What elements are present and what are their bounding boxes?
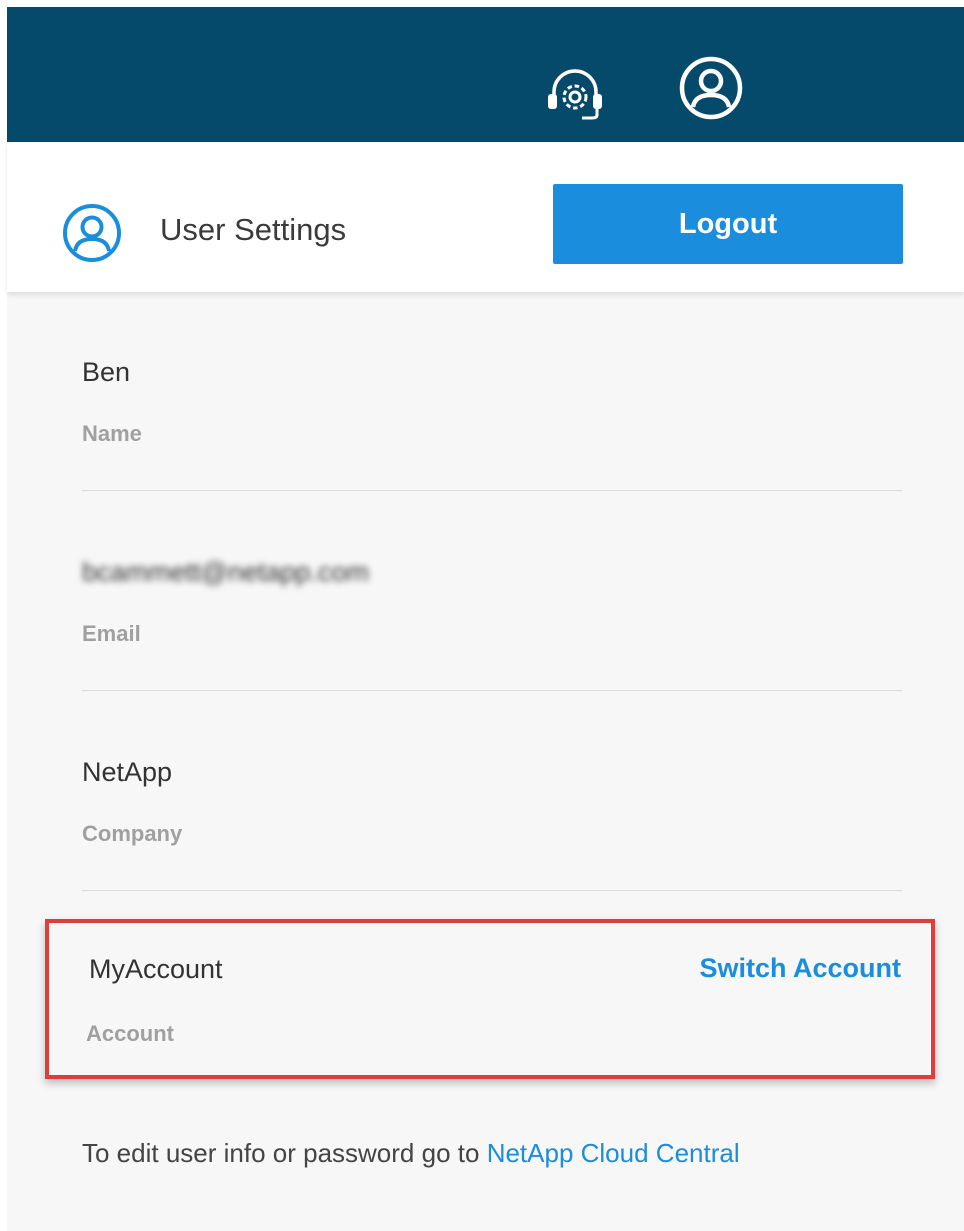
panel-header: User Settings Logout — [7, 142, 964, 292]
user-settings-panel: User Settings Logout Ben Name bcammett@n… — [7, 142, 964, 1231]
account-value: MyAccount — [89, 954, 223, 984]
top-navigation-bar — [7, 7, 964, 142]
name-label: Name — [82, 421, 142, 446]
footer-note: To edit user info or password go to NetA… — [82, 1138, 740, 1169]
account-label: Account — [86, 1021, 174, 1046]
email-field: bcammett@netapp.com Email — [82, 557, 902, 757]
user-account-icon[interactable] — [678, 55, 744, 121]
page-title: User Settings — [160, 212, 347, 247]
name-field: Ben Name — [82, 357, 902, 557]
footer-text: To edit user info or password go to — [82, 1138, 480, 1168]
account-field-highlight: MyAccount Account Switch Account — [45, 919, 935, 1079]
cloud-central-link[interactable]: NetApp Cloud Central — [487, 1138, 740, 1168]
support-headset-icon[interactable] — [540, 66, 610, 126]
email-label: Email — [82, 621, 141, 646]
user-settings-icon — [61, 202, 123, 264]
switch-account-link[interactable]: Switch Account — [699, 953, 901, 984]
divider — [82, 690, 902, 691]
company-label: Company — [82, 821, 183, 846]
email-value: bcammett@netapp.com — [82, 557, 370, 587]
company-value: NetApp — [82, 757, 173, 787]
logout-button[interactable]: Logout — [553, 184, 903, 264]
divider — [82, 890, 902, 891]
name-value: Ben — [82, 357, 131, 387]
divider — [82, 490, 902, 491]
